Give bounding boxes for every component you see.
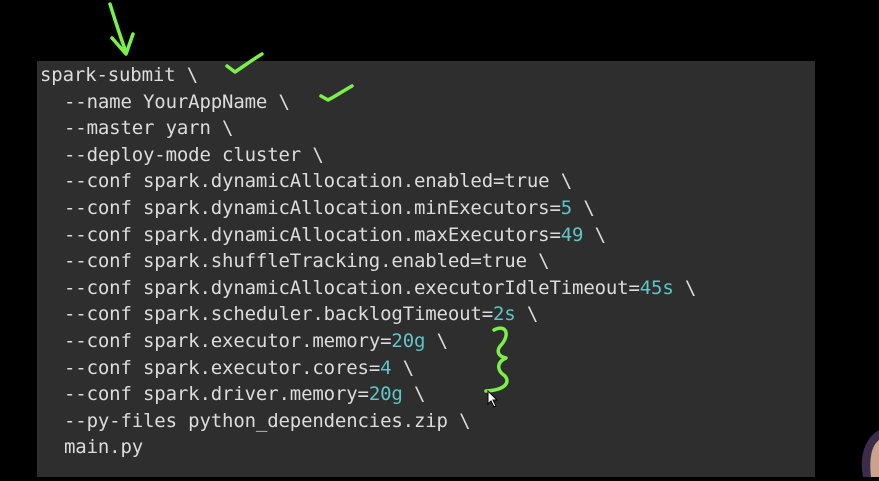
code-line: --conf spark.driver.memory=20g \	[40, 381, 425, 407]
code-token: --conf spark	[64, 276, 200, 299]
code-token: dynamicAllocation	[210, 197, 403, 219]
code-token: --conf spark	[64, 170, 200, 193]
code-token: maxExecutors=	[413, 223, 561, 246]
code-token: .	[199, 170, 211, 193]
code-token: \	[425, 330, 448, 352]
code-token: executor	[210, 330, 302, 352]
code-token: minExecutors=	[413, 197, 561, 219]
code-token: \	[391, 356, 414, 379]
code-token: backlogTimeout=	[323, 303, 494, 326]
code-line: --master yarn \	[40, 115, 233, 141]
code-line: --conf spark.dynamicAllocation.enabled=t…	[40, 168, 572, 194]
code-token: --conf spark	[64, 330, 200, 352]
code-token: executor	[210, 356, 302, 379]
code-token: enabled=true \	[391, 250, 550, 273]
code-token: 5	[560, 197, 573, 219]
code-token: .	[199, 197, 211, 219]
code-token: --conf spark	[64, 356, 200, 379]
code-token: .	[109, 436, 121, 459]
code-token: dynamicAllocation	[210, 223, 403, 246]
code-token: .	[199, 356, 211, 379]
code-token: executorIdleTimeout=	[413, 276, 640, 299]
code-token: memory=	[312, 330, 392, 352]
code-token: .	[199, 223, 211, 246]
code-line: --name YourAppName \	[40, 89, 290, 115]
code-line: spark-submit \	[40, 62, 198, 88]
code-token: main	[64, 436, 110, 459]
code-token: driver	[210, 383, 279, 406]
code-token: .	[199, 250, 211, 273]
code-line: --conf spark.executor.memory=20g \	[40, 328, 448, 354]
arrow-down-icon	[108, 2, 135, 56]
code-line: --py-files python_dependencies.zip \	[40, 408, 471, 434]
code-token: .	[402, 223, 414, 246]
code-token: 20g	[368, 383, 403, 406]
code-line: --conf spark.executor.cores=4 \	[40, 355, 414, 381]
code-token: .	[301, 356, 313, 379]
code-token: py	[120, 436, 144, 459]
code-token: .	[301, 330, 313, 352]
code-token: --conf spark	[64, 383, 200, 406]
code-token: shuffleTracking	[210, 250, 381, 273]
code-token: dynamicAllocation	[210, 170, 403, 193]
code-token: --conf spark	[64, 303, 200, 326]
code-token: 4	[380, 356, 392, 379]
code-token: .	[402, 197, 414, 219]
code-token: 49	[560, 223, 584, 246]
code-token: cores=	[312, 356, 381, 379]
code-token: .	[380, 250, 392, 273]
code-token: .	[199, 383, 211, 406]
code-line: --deploy-mode cluster \	[40, 142, 324, 168]
code-token: enabled=true \	[413, 170, 573, 193]
code-token: .	[199, 330, 211, 352]
code-token: .	[278, 383, 290, 406]
code-token: zip \	[413, 409, 471, 432]
code-token: \	[583, 223, 606, 246]
code-token: memory=	[289, 383, 369, 406]
code-token: spark-submit \	[40, 64, 199, 86]
code-line: --conf spark.scheduler.backlogTimeout=2s…	[40, 301, 538, 327]
code-token: --conf spark	[64, 197, 200, 219]
code-token: .	[199, 276, 211, 299]
code-token: .	[402, 409, 414, 432]
code-token: --py-files python_dependencies	[64, 409, 403, 432]
code-token: dynamicAllocation	[210, 276, 403, 299]
code-token: .	[402, 276, 414, 299]
code-token: 45s	[639, 276, 674, 299]
code-token: \	[572, 197, 595, 219]
code-token: --deploy-mode cluster \	[64, 143, 324, 166]
code-token: .	[402, 170, 414, 193]
code-panel: spark-submit \ --name YourAppName \ --mast…	[37, 61, 815, 477]
code-token: \	[402, 383, 426, 406]
code-token: --conf spark	[64, 250, 200, 273]
right-edge-decoration	[851, 430, 879, 477]
code-token: \	[515, 303, 539, 326]
code-line: --conf spark.dynamicAllocation.maxExecut…	[40, 222, 606, 248]
code-token: --name YourAppName \	[64, 90, 290, 113]
code-token: --master yarn \	[64, 117, 234, 140]
code-line: --conf spark.dynamicAllocation.minExecut…	[40, 195, 595, 221]
code-line: main.py	[40, 434, 143, 460]
code-token: 2s	[493, 303, 516, 326]
code-token: .	[199, 303, 211, 326]
code-line: --conf spark.dynamicAllocation.executorI…	[40, 275, 696, 301]
code-token: .	[312, 303, 324, 326]
code-token: --conf spark	[64, 223, 200, 246]
code-line: --conf spark.shuffleTracking.enabled=tru…	[40, 248, 550, 274]
code-token: \	[673, 276, 697, 299]
code-token: scheduler	[210, 303, 313, 326]
code-token: 20g	[391, 330, 426, 352]
